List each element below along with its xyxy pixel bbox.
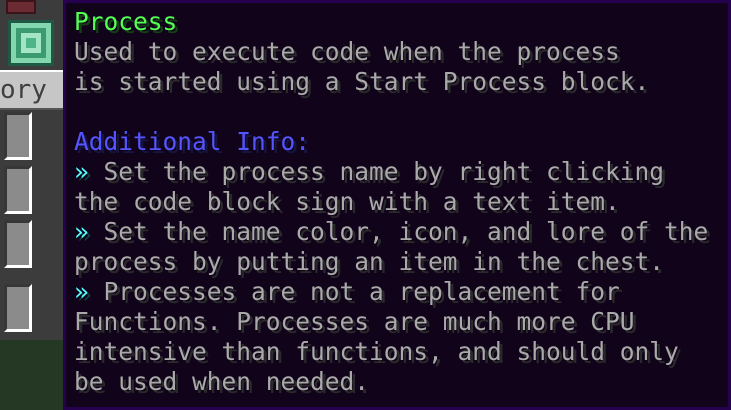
tooltip-bullet-text: Functions. Processes are much more CPU: [74, 307, 635, 336]
tooltip-bullet-line: » Set the process name by right clicking: [74, 157, 720, 187]
tooltip-bullet-text: intensive than functions, and should onl…: [74, 337, 679, 366]
tooltip-bullet-text: process by putting an item in the chest.: [74, 247, 665, 276]
bullet-icon: »: [74, 277, 89, 306]
inventory-tab[interactable]: ory: [0, 70, 66, 110]
tooltip-title: Process: [74, 7, 178, 36]
tooltip-bullet-text: Processes are not a replacement for: [88, 277, 620, 306]
inventory-slot[interactable]: [4, 112, 32, 160]
inventory-tab-label: ory: [0, 75, 47, 105]
code-block-item-icon[interactable]: [8, 20, 54, 66]
tooltip-spacer: [74, 97, 720, 127]
tooltip-section-heading: Additional Info:: [74, 127, 311, 156]
world-background: [0, 340, 66, 410]
tooltip-bullet-text: Set the process name by right clicking: [88, 157, 665, 186]
inventory-slot[interactable]: [4, 220, 32, 268]
inventory-slot[interactable]: [4, 166, 32, 214]
bullet-icon: »: [74, 217, 89, 246]
inventory-item-top[interactable]: [6, 0, 36, 14]
tooltip-bullet-line: » Set the name color, icon, and lore of …: [74, 217, 720, 247]
inventory-panel: ory: [0, 0, 66, 410]
tooltip-bullet-text: be used when needed.: [74, 367, 370, 396]
tooltip-description-line: is started using a Start Process block.: [74, 67, 650, 96]
tooltip-bullet-text: the code block sign with a text item.: [74, 187, 620, 216]
inventory-slot[interactable]: [4, 284, 32, 332]
tooltip-bullet-line: » Processes are not a replacement for: [74, 277, 720, 307]
tooltip-bullet-text: Set the name color, icon, and lore of th…: [88, 217, 709, 246]
item-tooltip: Process Used to execute code when the pr…: [63, 0, 731, 410]
tooltip-description-line: Used to execute code when the process: [74, 37, 620, 66]
bullet-icon: »: [74, 157, 89, 186]
